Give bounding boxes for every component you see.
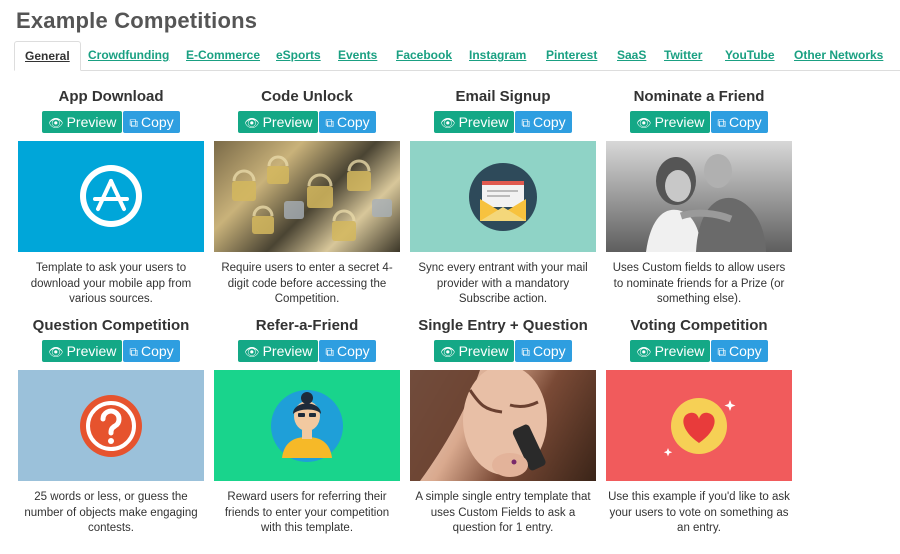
template-card-nominate-a-friend: Nominate a Friend 👁 Preview ⧉ Copy Uses Cus… xyxy=(606,87,792,308)
eye-icon: 👁 xyxy=(48,116,64,130)
card-description: Reward users for referring their friends… xyxy=(224,491,390,534)
copy-icon: ⧉ xyxy=(717,116,726,130)
copy-button[interactable]: ⧉ Copy xyxy=(123,340,180,362)
tab-instagram[interactable]: Instagram xyxy=(469,41,526,69)
tab-crowdfunding[interactable]: Crowdfunding xyxy=(88,41,169,69)
tab-pinterest[interactable]: Pinterest xyxy=(546,41,597,69)
refer-a-friend-thumbnail[interactable] xyxy=(214,370,400,481)
copy-icon: ⧉ xyxy=(521,116,530,130)
tab-events[interactable]: Events xyxy=(338,41,377,69)
question-competition-thumbnail[interactable] xyxy=(18,370,204,481)
template-card-voting-competition: Voting Competition 👁 Preview ⧉ Copy Use thi… xyxy=(606,316,792,537)
eye-icon: 👁 xyxy=(244,116,260,130)
eye-icon: 👁 xyxy=(48,345,64,359)
padlocks-photo xyxy=(232,155,392,241)
person-icon xyxy=(271,390,343,462)
question-icon xyxy=(80,395,142,457)
tab-youtube[interactable]: YouTube xyxy=(725,41,775,69)
copy-icon: ⧉ xyxy=(129,345,138,359)
card-description: Sync every entrant with your mail provid… xyxy=(418,262,588,305)
preview-button[interactable]: 👁 Preview xyxy=(434,111,515,133)
tab-saas[interactable]: SaaS xyxy=(617,41,646,69)
tab-twitter[interactable]: Twitter xyxy=(664,41,702,69)
eye-icon: 👁 xyxy=(440,345,456,359)
preview-button[interactable]: 👁 Preview xyxy=(630,340,711,362)
eye-icon: 👁 xyxy=(440,116,456,130)
card-description: Require users to enter a secret 4-digit … xyxy=(221,262,393,305)
template-card-app-download: App Download 👁 Preview ⧉ Copy Template to a… xyxy=(18,87,204,308)
card-description: Use this example if you'd like to ask yo… xyxy=(608,491,790,534)
preview-button[interactable]: 👁 Preview xyxy=(630,111,711,133)
card-title: Code Unlock xyxy=(261,88,353,105)
copy-icon: ⧉ xyxy=(717,345,726,359)
tab-e-commerce[interactable]: E-Commerce xyxy=(186,41,260,69)
card-title: Voting Competition xyxy=(630,317,768,334)
card-title: Nominate a Friend xyxy=(633,88,765,105)
copy-button[interactable]: ⧉ Copy xyxy=(123,111,180,133)
page-title: Example Competitions xyxy=(16,8,258,33)
couple-photo xyxy=(646,154,766,252)
nominate-a-friend-thumbnail[interactable] xyxy=(606,141,792,252)
preview-button[interactable]: 👁 Preview xyxy=(42,111,123,133)
app-store-icon xyxy=(80,165,142,227)
template-card-refer-a-friend: Refer-a-Friend 👁 Preview ⧉ Copy Reward user… xyxy=(214,316,400,537)
copy-button[interactable]: ⧉ Copy xyxy=(319,340,376,362)
template-card-question-competition: Question Competition 👁 Preview ⧉ Copy 25 wo… xyxy=(18,316,204,537)
copy-button[interactable]: ⧉ Copy xyxy=(515,340,572,362)
eye-icon: 👁 xyxy=(636,345,652,359)
eye-icon: 👁 xyxy=(244,345,260,359)
card-title: Single Entry + Question xyxy=(418,317,588,334)
email-signup-thumbnail[interactable] xyxy=(410,141,596,252)
copy-button[interactable]: ⧉ Copy xyxy=(711,340,768,362)
card-title: Question Competition xyxy=(32,317,190,334)
heart-icon xyxy=(663,398,736,457)
preview-button[interactable]: 👁 Preview xyxy=(238,111,319,133)
copy-icon: ⧉ xyxy=(129,116,138,130)
voting-competition-thumbnail[interactable] xyxy=(606,370,792,481)
app-download-thumbnail[interactable] xyxy=(18,141,204,252)
copy-button[interactable]: ⧉ Copy xyxy=(319,111,376,133)
card-description: 25 words or less, or guess the number of… xyxy=(24,491,198,534)
copy-button[interactable]: ⧉ Copy xyxy=(711,111,768,133)
card-title: App Download xyxy=(58,88,164,105)
category-tabs: General Crowdfunding E-Commerce eSports … xyxy=(14,41,900,71)
code-unlock-thumbnail[interactable] xyxy=(214,141,400,252)
card-title: Email Signup xyxy=(455,88,551,105)
card-description: Template to ask your users to download y… xyxy=(30,262,192,305)
tab-facebook[interactable]: Facebook xyxy=(396,41,452,69)
phone-photo xyxy=(410,370,547,481)
copy-icon: ⧉ xyxy=(325,116,334,130)
template-card-email-signup: Email Signup 👁 Preview ⧉ Copy Sync every en… xyxy=(410,87,596,308)
preview-button[interactable]: 👁 Preview xyxy=(42,340,123,362)
copy-icon: ⧉ xyxy=(325,345,334,359)
card-description: A simple single entry template that uses… xyxy=(415,491,591,534)
card-description: Uses Custom fields to allow users to nom… xyxy=(612,262,786,305)
tab-esports[interactable]: eSports xyxy=(276,41,321,69)
eye-icon: 👁 xyxy=(636,116,652,130)
preview-button[interactable]: 👁 Preview xyxy=(238,340,319,362)
preview-button[interactable]: 👁 Preview xyxy=(434,340,515,362)
tab-general[interactable]: General xyxy=(14,41,81,71)
card-title: Refer-a-Friend xyxy=(255,317,359,334)
copy-icon: ⧉ xyxy=(521,345,530,359)
copy-button[interactable]: ⧉ Copy xyxy=(515,111,572,133)
single-entry-question-thumbnail[interactable] xyxy=(410,370,596,481)
envelope-icon xyxy=(469,163,537,231)
tab-other-networks[interactable]: Other Networks xyxy=(794,41,883,69)
template-card-single-entry-question: Single Entry + Question 👁 Preview ⧉ Copy A … xyxy=(410,316,596,537)
template-card-code-unlock: Code Unlock 👁 Preview ⧉ Copy Require users … xyxy=(214,87,400,308)
